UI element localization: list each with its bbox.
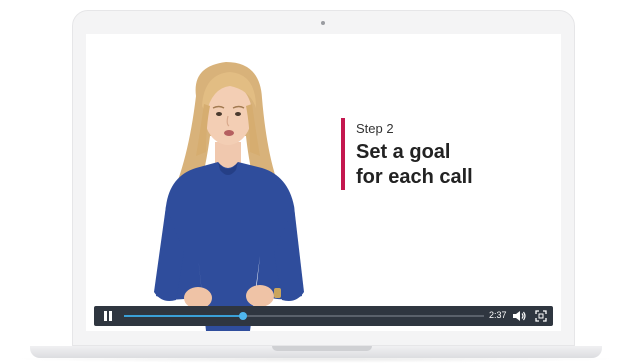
step-accent-bar [341, 118, 345, 190]
camera-icon [321, 21, 325, 25]
stage: Step 2 Set a goal for each call 2:37 [0, 0, 632, 363]
step-title-line-1: Set a goal [356, 141, 451, 163]
video-screen[interactable]: Step 2 Set a goal for each call 2:37 [86, 34, 561, 331]
volume-icon[interactable] [512, 309, 526, 323]
fullscreen-icon[interactable] [535, 310, 547, 322]
step-title-line-2: for each call [356, 166, 473, 188]
step-title: Set a goal for each call [356, 140, 473, 190]
progress-bar[interactable] [124, 312, 484, 320]
pause-icon[interactable] [102, 310, 114, 322]
laptop-notch [272, 346, 372, 351]
time-readout: 2:37 [489, 310, 507, 320]
player-control-bar: 2:37 [94, 306, 553, 326]
progress-fill [124, 315, 243, 317]
step-label: Step 2 [356, 121, 394, 136]
progress-thumb[interactable] [238, 312, 247, 320]
presenter-video-frame [154, 62, 304, 331]
step-block: Step 2 Set a goal for each call [341, 118, 541, 192]
